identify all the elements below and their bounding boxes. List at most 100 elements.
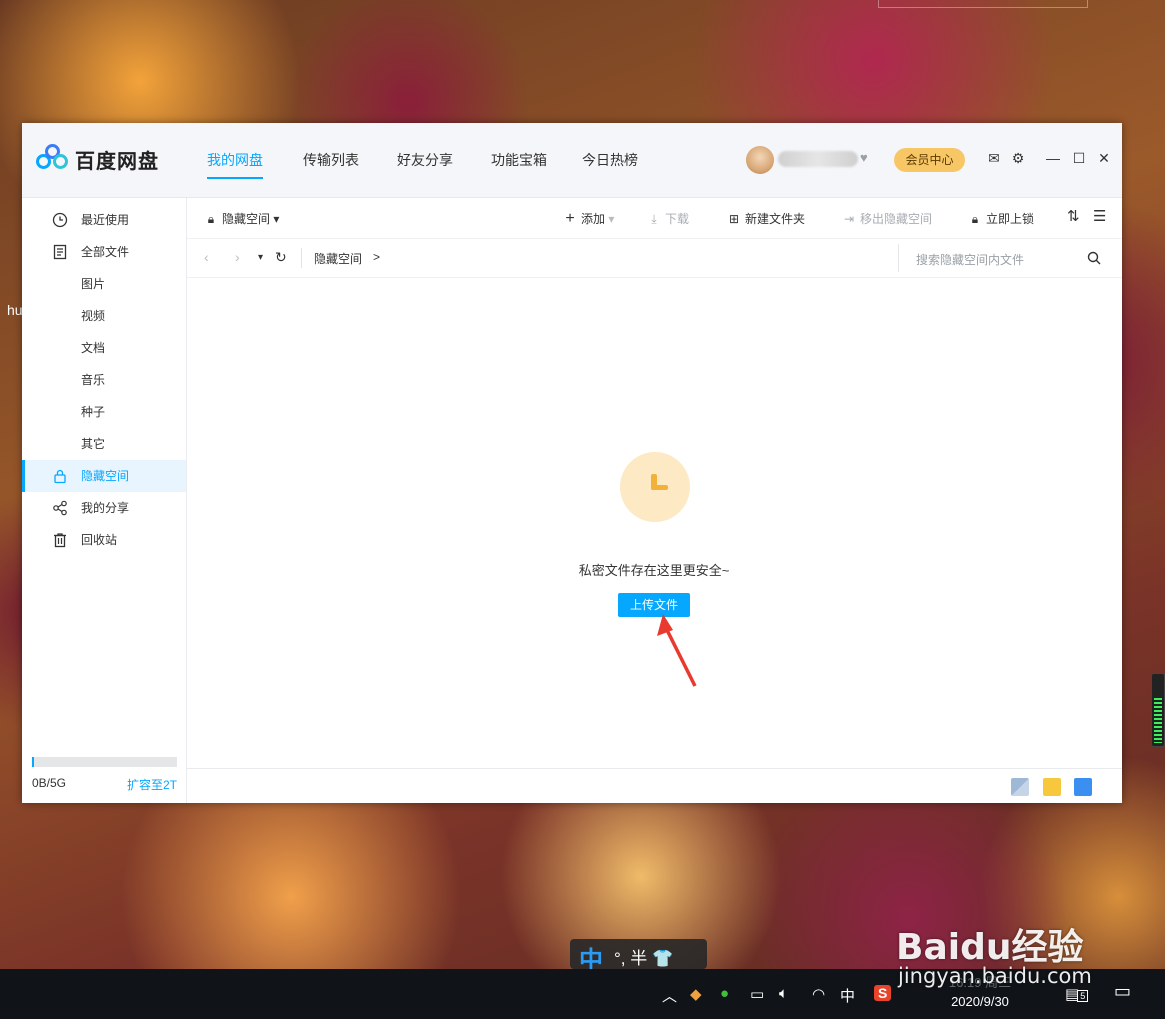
toolbar: 🔒︎ 隐藏空间 ▾ + 添加 ▾ ⤓ 下载 ⊞ 新建文件夹 ⇥ 移出隐藏空间 🔒︎ 立即上锁… [187, 198, 1122, 239]
sidebar-item-videos[interactable]: 视频 [22, 300, 186, 332]
sidebar-item-hidden-space[interactable]: 隐藏空间 [22, 460, 186, 492]
sidebar-item-label: 其它 [81, 437, 106, 451]
clock-icon [52, 212, 68, 228]
lock-icon: 🔒︎ [207, 212, 215, 226]
notification-count: 5 [1077, 990, 1089, 1002]
expand-storage-link[interactable]: 扩容至2T [127, 776, 177, 793]
space-selector-dropdown[interactable]: 🔒︎ 隐藏空间 ▾ [204, 210, 280, 227]
space-selector-label: 隐藏空间 [222, 212, 271, 226]
sidebar-item-other[interactable]: 其它 [22, 428, 186, 460]
tab-label: 好友分享 [397, 152, 453, 168]
upload-folder-icon[interactable] [1043, 778, 1061, 796]
tab-label: 我的网盘 [207, 152, 263, 168]
vip-center-button[interactable]: 会员中心 [894, 148, 965, 172]
sidebar-item-label: 隐藏空间 [81, 469, 130, 483]
tab-friend-share[interactable]: 好友分享 [397, 150, 453, 170]
lock-now-label: 立即上锁 [986, 212, 1035, 226]
sidebar-item-label: 最近使用 [81, 213, 130, 227]
download-icon: ⤓ [651, 212, 657, 226]
sidebar-item-all-files[interactable]: 全部文件 [22, 236, 186, 268]
breadcrumb[interactable]: 隐藏空间 [314, 250, 362, 267]
file-icon [53, 244, 67, 260]
sidebar-item-my-share[interactable]: 我的分享 [22, 492, 186, 524]
ime-status-bar[interactable]: 中 °, 半 👕 [570, 939, 707, 974]
history-dropdown-icon[interactable]: ▾ [258, 252, 263, 263]
username-blurred[interactable] [778, 151, 858, 167]
apps-grid-icon[interactable] [1011, 778, 1029, 796]
search-placeholder: 搜索隐藏空间内文件 [916, 253, 1025, 267]
sidebar-item-recycle-bin[interactable]: 回收站 [22, 524, 186, 556]
share-icon [53, 500, 67, 516]
sidebar-item-label: 回收站 [81, 533, 118, 547]
empty-state-clock-icon [620, 452, 690, 522]
add-button[interactable]: + 添加 ▾ [563, 210, 614, 228]
refresh-icon[interactable]: ↻ [275, 249, 287, 266]
desktop-text: hu [7, 302, 23, 318]
battery-icon[interactable]: ▭ [750, 985, 764, 1003]
lock-icon[interactable] [1074, 778, 1092, 796]
tab-label: 功能宝箱 [491, 152, 547, 168]
tab-label: 今日热榜 [582, 152, 638, 168]
new-folder-icon: ⊞ [728, 212, 740, 226]
close-button[interactable]: ✕ [1093, 145, 1115, 171]
sort-icon[interactable]: ⇅ [1067, 207, 1080, 225]
tab-my-netdisk[interactable]: 我的网盘 [207, 150, 263, 179]
sidebar-item-label: 种子 [81, 405, 106, 419]
tab-transfer-list[interactable]: 传输列表 [303, 150, 359, 170]
ime-options[interactable]: °, 半 👕 [614, 944, 673, 969]
address-bar: ‹ › ▾ ↻ 隐藏空间 > 搜索隐藏空间内文件 [187, 239, 1122, 278]
lock-now-button[interactable]: 🔒︎ 立即上锁 [968, 210, 1034, 227]
sidebar-item-music[interactable]: 音乐 [22, 364, 186, 396]
baidu-jingyan-watermark: Baidu经验 [896, 927, 1084, 968]
forward-arrow-icon[interactable]: › [235, 249, 240, 265]
storage-quota-text: 0B/5G [32, 776, 67, 790]
avatar[interactable] [746, 146, 774, 174]
tray-expand-icon[interactable]: ︿ [662, 985, 677, 1006]
red-annotation-arrow [657, 614, 697, 687]
trash-icon [54, 533, 66, 548]
new-folder-label: 新建文件夹 [745, 212, 806, 226]
download-label: 下载 [665, 212, 690, 226]
tray-security-icon[interactable]: ● [720, 985, 729, 1002]
baidu-netdisk-window: 百度网盘 我的网盘 传输列表 好友分享 功能宝箱 今日热榜 ♥ 会员中心 ✉ ⚙… [22, 123, 1122, 803]
move-out-hidden-button[interactable]: ⇥ 移出隐藏空间 [842, 210, 932, 227]
action-center-icon[interactable]: ▭ [1114, 981, 1131, 1002]
app-brand: 百度网盘 [75, 151, 159, 173]
wifi-icon[interactable]: ◠ [812, 985, 825, 1003]
move-out-label: 移出隐藏空间 [860, 212, 933, 226]
clock-date: 2020/9/30 [951, 994, 1009, 1009]
lock-icon [54, 469, 66, 484]
volume-muted-icon[interactable]: 🔈︎ [779, 985, 788, 1002]
volume-gauge [1151, 673, 1165, 747]
input-language-indicator[interactable]: 中 [840, 985, 855, 1006]
move-out-icon: ⇥ [843, 212, 855, 226]
plus-icon: + [565, 210, 575, 227]
tab-hot-list[interactable]: 今日热榜 [582, 150, 638, 170]
sidebar-item-torrents[interactable]: 种子 [22, 396, 186, 428]
breadcrumb-separator: > [373, 250, 381, 264]
minimize-button[interactable]: — [1042, 145, 1064, 171]
sidebar-item-recent[interactable]: 最近使用 [22, 204, 186, 236]
new-folder-button[interactable]: ⊞ 新建文件夹 [727, 210, 805, 227]
download-button[interactable]: ⤓ 下载 [647, 210, 689, 227]
vip-diamond-icon: ♥ [860, 150, 868, 165]
sidebar-item-images[interactable]: 图片 [22, 268, 186, 300]
title-bar: 百度网盘 我的网盘 传输列表 好友分享 功能宝箱 今日热榜 ♥ 会员中心 ✉ ⚙… [22, 123, 1122, 198]
search-icon[interactable] [1086, 250, 1102, 266]
baidu-netdisk-logo-icon [36, 144, 70, 172]
sidebar-item-documents[interactable]: 文档 [22, 332, 186, 364]
settings-gear-icon[interactable]: ⚙ [1010, 150, 1026, 166]
sidebar-item-label: 我的分享 [81, 501, 130, 515]
search-input[interactable]: 搜索隐藏空间内文件 [898, 244, 1123, 272]
tab-toolbox[interactable]: 功能宝箱 [491, 150, 547, 170]
tray-app-icon[interactable]: ◆ [690, 985, 702, 1003]
maximize-button[interactable]: ☐ [1068, 145, 1090, 171]
sogou-ime-icon[interactable]: S [874, 985, 892, 1001]
storage-quota-bar [32, 757, 177, 767]
mail-icon[interactable]: ✉ [986, 150, 1002, 166]
back-arrow-icon[interactable]: ‹ [204, 249, 209, 265]
empty-state-message: 私密文件存在这里更安全~ [578, 563, 730, 578]
add-label: 添加 [581, 212, 606, 226]
list-view-icon[interactable]: ☰ [1093, 207, 1106, 225]
lock-icon: 🔒︎ [971, 212, 979, 226]
